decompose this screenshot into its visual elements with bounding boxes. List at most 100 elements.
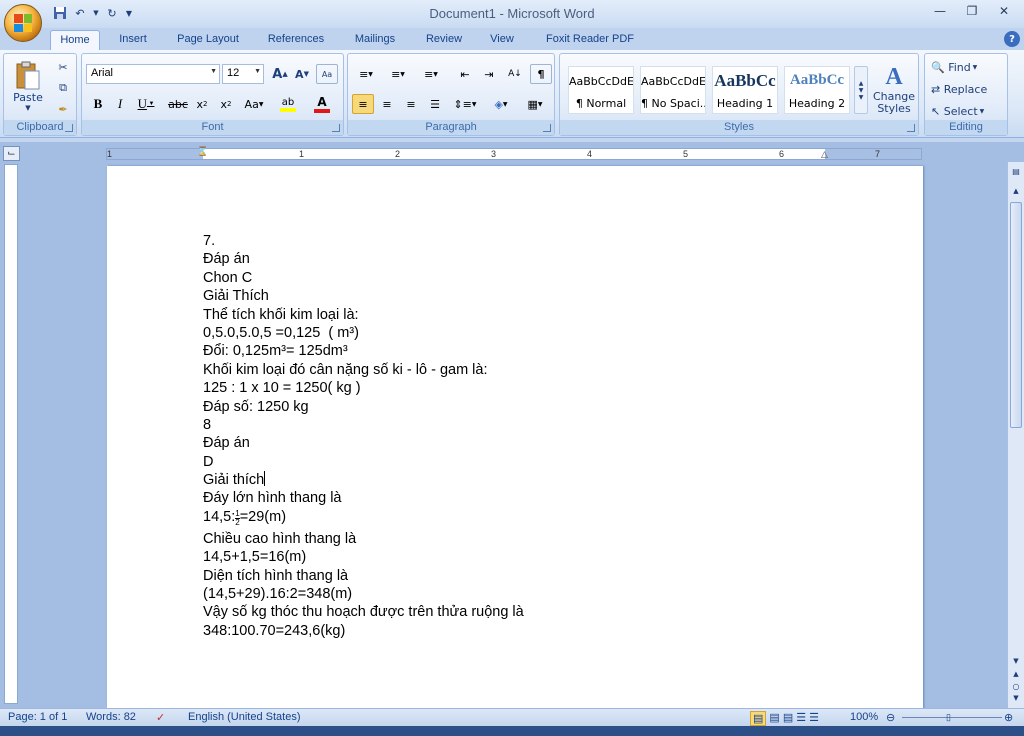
minimize-button[interactable]: — [926,2,954,20]
scroll-up-icon[interactable]: ▲ [1009,184,1023,198]
styles-label: Styles [560,120,918,135]
vertical-ruler[interactable] [4,164,18,704]
tab-view[interactable]: View [482,30,522,50]
replace-button[interactable]: ⇄ Replace [931,80,1003,98]
print-layout-icon[interactable]: ▤ [750,711,767,726]
format-painter-icon[interactable]: ✒ [54,100,72,118]
tab-review[interactable]: Review [420,30,468,50]
borders-icon[interactable]: ▦ ▼ [520,94,550,114]
vertical-scrollbar[interactable]: ▤ ▲ ▼ ▲ ○ ▼ [1007,162,1024,708]
multilevel-list-icon[interactable]: ≡ ▼ [416,64,446,84]
maximize-button[interactable]: ❐ [958,2,986,20]
italic-icon[interactable]: I [110,94,130,114]
redo-icon[interactable]: ↻ [104,5,120,21]
numbering-icon[interactable]: ≡ ▼ [384,64,412,84]
change-styles-button[interactable]: A Change Styles [872,58,916,120]
help-icon[interactable]: ? [1004,31,1020,47]
right-indent-marker-icon[interactable]: △ [821,150,828,160]
font-family-select[interactable]: Arial ▼ [86,64,220,84]
justify-icon[interactable]: ☰ [424,94,446,114]
select-button[interactable]: ↖ Select ▼ [931,102,1003,120]
undo-dropdown-icon[interactable]: ▼ [92,5,100,21]
font-color-icon[interactable]: A [308,94,336,114]
scroll-down-icon[interactable]: ▼ [1009,654,1023,668]
tab-page-layout[interactable]: Page Layout [170,30,246,50]
increase-indent-icon[interactable]: ⇥ [478,64,500,84]
style-heading-2[interactable]: AaBbCc Heading 2 [784,66,850,114]
decrease-indent-icon[interactable]: ⇤ [454,64,476,84]
shrink-font-icon[interactable]: A ▼ [292,64,312,84]
bold-icon[interactable]: B [88,94,108,114]
horizontal-ruler[interactable]: 1 1 2 3 4 5 6 7 ⌛ △ [24,146,1008,162]
zoom-level[interactable]: 100% [850,711,878,723]
tab-mailings[interactable]: Mailings [346,30,404,50]
align-center-icon[interactable]: ≡ [376,94,398,114]
tab-selector-icon[interactable]: ⌙ [3,146,20,161]
tab-foxit-reader-pdf[interactable]: Foxit Reader PDF [538,30,642,50]
word-count[interactable]: Words: 82 [86,711,136,723]
shading-icon[interactable]: ◈ ▼ [486,94,516,114]
office-button[interactable] [4,4,42,42]
draft-icon[interactable]: ☰ [809,711,819,726]
page-count[interactable]: Page: 1 of 1 [8,711,67,723]
subscript-icon[interactable]: x2 [192,94,212,114]
tab-references[interactable]: References [262,30,330,50]
show-formatting-marks-icon[interactable]: ¶ [530,64,552,84]
full-screen-reading-icon[interactable]: ▤ [769,711,779,726]
next-page-icon[interactable]: ▼ [1009,692,1023,704]
find-button[interactable]: 🔍 Find ▼ [931,58,1003,76]
clear-formatting-icon[interactable]: Aa [316,64,338,84]
outline-icon[interactable]: ☰ [796,711,806,726]
scroll-thumb[interactable] [1010,202,1022,428]
cut-icon[interactable]: ✂ [54,58,72,76]
document-line: 125 : 1 x 10 = 1250( kg ) [203,380,361,397]
undo-icon[interactable]: ↶ [72,5,88,21]
left-indent-marker-icon[interactable]: ⌛ [197,147,208,157]
view-ruler-icon[interactable]: ▤ [1009,164,1023,178]
proofing-icon[interactable]: ✓ [156,711,165,724]
document-page[interactable]: 7. Đáp án Chon C Giải Thích Thể tích khố… [107,166,923,710]
change-case-icon[interactable]: Aa ▼ [240,94,268,114]
underline-icon[interactable]: U ▼ [134,94,158,114]
style-normal[interactable]: AaBbCcDdE ¶ Normal [568,66,634,114]
web-layout-icon[interactable]: ▤ [783,711,793,726]
styles-scroll-icon[interactable]: ▲ ▼ ▼ [854,66,868,114]
bullets-icon[interactable]: ≡ ▼ [352,64,380,84]
superscript-icon[interactable]: x2 [216,94,236,114]
paste-button[interactable]: Paste ▼ [10,58,46,114]
status-bar: Page: 1 of 1 Words: 82 ✓ English (United… [0,708,1024,726]
style-heading-1[interactable]: AaBbCc Heading 1 [712,66,778,114]
zoom-out-icon[interactable]: ⊖ [886,711,895,724]
zoom-slider[interactable] [902,717,1002,718]
font-launcher-icon[interactable] [332,124,340,132]
grow-font-icon[interactable]: A ▲ [270,64,290,84]
tab-insert[interactable]: Insert [110,30,156,50]
select-browse-object-icon[interactable]: ○ [1009,680,1023,692]
save-icon[interactable] [52,5,68,21]
close-button[interactable]: ✕ [990,2,1018,20]
styles-launcher-icon[interactable] [907,124,915,132]
highlight-color-icon[interactable]: ab [274,94,302,114]
document-line: Đổi: 0,125m³= 125dm³ [203,343,348,360]
language[interactable]: English (United States) [188,711,301,723]
previous-page-icon[interactable]: ▲ [1009,668,1023,680]
paragraph-launcher-icon[interactable] [543,124,551,132]
zoom-slider-thumb-icon[interactable]: ▯ [946,712,951,723]
strikethrough-icon[interactable]: abc [166,94,190,114]
style-no-spacing-name: ¶ No Spaci... [641,97,705,110]
style-no-spacing[interactable]: AaBbCcDdE ¶ No Spaci... [640,66,706,114]
align-left-icon[interactable]: ≡ [352,94,374,114]
line-spacing-icon[interactable]: ⇕≡ ▼ [450,94,480,114]
tab-home[interactable]: Home [50,30,100,50]
ribbon-tabs: Home Insert Page Layout References Maili… [0,28,1024,50]
paragraph-label: Paragraph [348,120,554,135]
align-right-icon[interactable]: ≡ [400,94,422,114]
font-size-select[interactable]: 12 ▼ [222,64,264,84]
copy-icon[interactable]: ⧉ [54,79,72,97]
document-line: D [203,453,214,470]
customize-qat-icon[interactable]: ▼ [124,5,134,21]
document-body[interactable]: 7. Đáp án Chon C Giải Thích Thể tích khố… [203,232,524,640]
zoom-in-icon[interactable]: ⊕ [1004,711,1013,724]
sort-icon[interactable]: A↓ [504,64,526,84]
clipboard-launcher-icon[interactable] [65,124,73,132]
